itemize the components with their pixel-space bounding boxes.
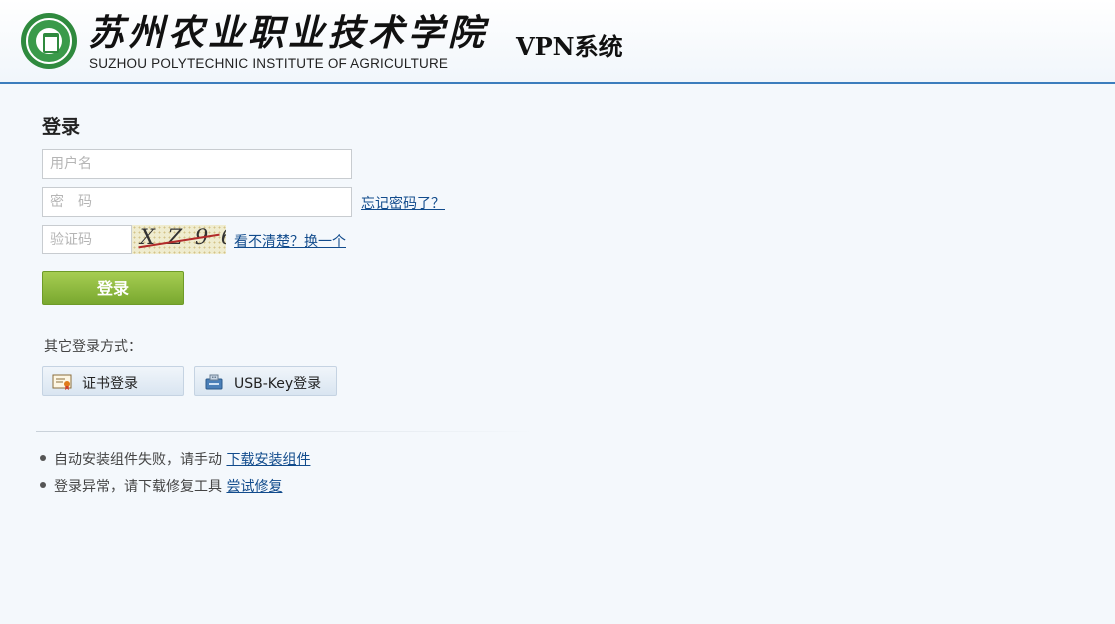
captcha-input[interactable] [42, 225, 132, 254]
repair-tool-link[interactable]: 尝试修复 [226, 479, 282, 495]
captcha-refresh-link[interactable]: 看不清楚？换一个 [234, 231, 346, 251]
bullet-icon [40, 482, 46, 488]
password-input[interactable] [42, 187, 352, 217]
certificate-icon [52, 374, 72, 390]
certificate-login-button[interactable]: 证书登录 [42, 366, 184, 396]
school-logo-icon [21, 13, 77, 69]
tip-text: 自动安装组件失败，请手动 [54, 452, 222, 468]
download-component-link[interactable]: 下载安装组件 [226, 452, 310, 468]
login-button[interactable]: 登录 [42, 271, 184, 305]
school-name-en: SUZHOU POLYTECHNIC INSTITUTE OF AGRICULT… [89, 56, 449, 71]
tip-text: 登录异常，请下载修复工具 [54, 479, 222, 495]
usb-key-icon [205, 374, 223, 390]
usb-key-login-label: USB-Key登录 [234, 376, 322, 392]
system-name: VPN系统 [516, 32, 623, 61]
page-header: 苏州农业职业技术学院 SUZHOU POLYTECHNIC INSTITUTE … [0, 0, 1115, 84]
other-login-methods-label: 其它登录方式： [44, 339, 142, 355]
captcha-image[interactable]: X Z 9 6 [132, 225, 226, 254]
divider [36, 431, 536, 432]
login-title: 登录 [42, 116, 81, 138]
school-name-cn: 苏州农业职业技术学院 [88, 12, 489, 54]
forgot-password-link[interactable]: 忘记密码了？ [361, 193, 445, 213]
tip-item: 自动安装组件失败，请手动 下载安装组件 [40, 449, 310, 469]
usb-key-login-button[interactable]: USB-Key登录 [194, 366, 337, 396]
tip-item: 登录异常，请下载修复工具 尝试修复 [40, 476, 282, 496]
username-input[interactable] [42, 149, 352, 179]
bullet-icon [40, 455, 46, 461]
certificate-login-label: 证书登录 [82, 376, 138, 392]
